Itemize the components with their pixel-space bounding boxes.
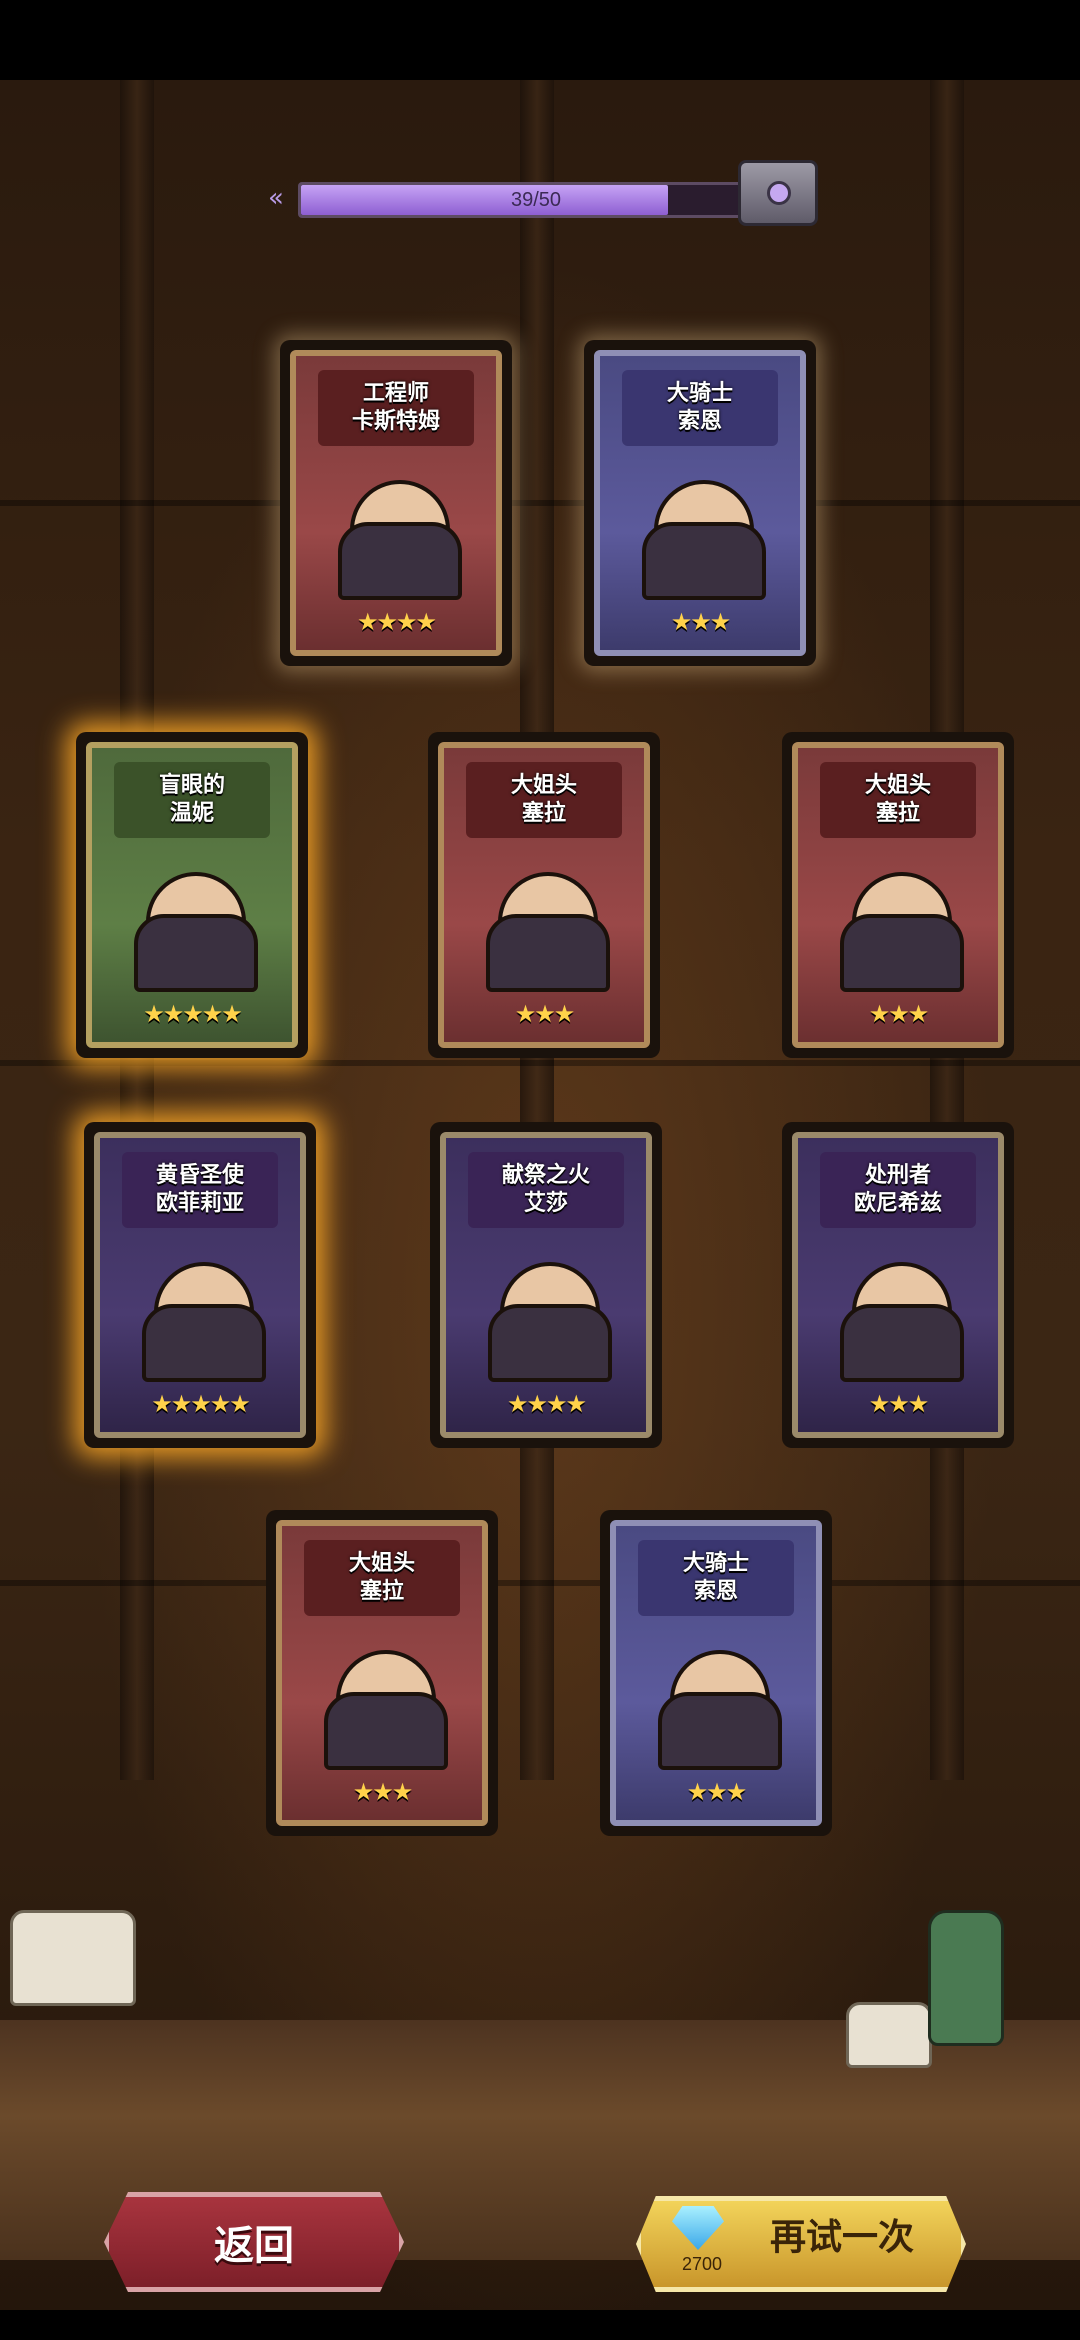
hero-title: 处刑者	[864, 1163, 931, 1188]
hero-name-plate: 大骑士 索恩	[622, 370, 778, 446]
hero-stars: ★★★	[514, 1000, 576, 1028]
progress-track: 39/50	[298, 182, 774, 218]
wood-plank	[0, 500, 1080, 506]
hero-card[interactable]: 工程师 卡斯特姆 ★★★★	[280, 340, 512, 666]
hero-stars: ★★★	[352, 1778, 414, 1806]
hero-card[interactable]: 大骑士 索恩 ★★★	[600, 1510, 832, 1836]
hero-name-plate: 处刑者 欧尼希兹	[820, 1152, 976, 1228]
hero-stars: ★★★★	[506, 1390, 587, 1418]
hero-name: 塞拉	[359, 1579, 404, 1604]
hero-title: 献祭之火	[501, 1163, 590, 1188]
card-frame: 大姐头 塞拉 ★★★	[276, 1520, 488, 1826]
hero-portrait	[828, 848, 968, 992]
candle-icon	[10, 1910, 136, 2006]
chest-icon[interactable]	[738, 160, 818, 226]
hero-portrait	[828, 1238, 968, 1382]
hero-stars: ★★★★	[356, 608, 437, 636]
retry-button-label: 再试一次	[769, 2217, 914, 2258]
hero-name: 艾莎	[523, 1191, 568, 1216]
retry-cost: 2700	[681, 2254, 723, 2274]
hero-title: 大姐头	[864, 773, 931, 798]
hero-name-plate: 工程师 卡斯特姆	[318, 370, 474, 446]
hero-stars: ★★★	[686, 1778, 748, 1806]
hero-stars: ★★★★★	[143, 1000, 243, 1028]
hero-title: 大姐头	[510, 773, 577, 798]
card-frame: 献祭之火 艾莎 ★★★★	[440, 1132, 652, 1438]
hero-portrait	[474, 848, 614, 992]
card-frame: 工程师 卡斯特姆 ★★★★	[290, 350, 502, 656]
summon-progress: « 39/50	[268, 176, 816, 220]
hero-portrait	[326, 456, 466, 600]
hero-name-plate: 大姐头 塞拉	[304, 1540, 460, 1616]
hero-stars: ★★★	[868, 1000, 930, 1028]
card-frame: 大骑士 索恩 ★★★	[610, 1520, 822, 1826]
hero-name-plate: 大姐头 塞拉	[466, 762, 622, 838]
hero-card[interactable]: 献祭之火 艾莎 ★★★★	[430, 1122, 662, 1448]
card-frame: 大骑士 索恩 ★★★	[594, 350, 806, 656]
hero-name: 索恩	[693, 1579, 738, 1604]
hero-portrait	[122, 848, 262, 992]
hero-card[interactable]: 大骑士 索恩 ★★★	[584, 340, 816, 666]
hero-name: 欧菲莉亚	[155, 1191, 244, 1216]
hero-portrait	[630, 456, 770, 600]
hero-card[interactable]: 黄昏圣使 欧菲莉亚 ★★★★★	[84, 1122, 316, 1448]
hero-name: 塞拉	[521, 801, 566, 826]
hero-stars: ★★★	[868, 1390, 930, 1418]
hero-name: 索恩	[677, 409, 722, 434]
hero-name-plate: 盲眼的 温妮	[114, 762, 270, 838]
wood-plank	[0, 1580, 1080, 1586]
hero-title: 大骑士	[666, 381, 733, 406]
hero-card[interactable]: 大姐头 塞拉 ★★★	[428, 732, 660, 1058]
hero-name-plate: 大骑士 索恩	[638, 1540, 794, 1616]
card-frame: 大姐头 塞拉 ★★★	[438, 742, 650, 1048]
hero-stars: ★★★★★	[151, 1390, 251, 1418]
hero-portrait	[130, 1238, 270, 1382]
hero-name-plate: 献祭之火 艾莎	[468, 1152, 624, 1228]
hero-stars: ★★★	[670, 608, 732, 636]
hero-title: 工程师	[362, 381, 429, 406]
hero-name: 塞拉	[875, 801, 920, 826]
hero-card[interactable]: 大姐头 塞拉 ★★★	[266, 1510, 498, 1836]
back-button-label: 返回	[214, 2223, 294, 2269]
hero-title: 大骑士	[682, 1551, 749, 1576]
wood-plank	[0, 1060, 1080, 1066]
hero-name: 卡斯特姆	[351, 409, 440, 434]
hero-portrait	[312, 1626, 452, 1770]
candle-icon	[846, 2002, 932, 2068]
hero-name-plate: 大姐头 塞拉	[820, 762, 976, 838]
card-frame: 盲眼的 温妮 ★★★★★	[86, 742, 298, 1048]
hero-portrait	[646, 1626, 786, 1770]
hero-card[interactable]: 盲眼的 温妮 ★★★★★	[76, 732, 308, 1058]
hero-title: 大姐头	[348, 1551, 415, 1576]
progress-text: 39/50	[510, 189, 562, 211]
card-frame: 黄昏圣使 欧菲莉亚 ★★★★★	[94, 1132, 306, 1438]
hero-card[interactable]: 处刑者 欧尼希兹 ★★★	[782, 1122, 1014, 1448]
hero-name: 欧尼希兹	[853, 1191, 942, 1216]
hero-title: 盲眼的	[158, 773, 225, 798]
hero-name: 温妮	[169, 801, 214, 826]
card-frame: 处刑者 欧尼希兹 ★★★	[792, 1132, 1004, 1438]
bottle-icon	[928, 1910, 1004, 2046]
hero-title: 黄昏圣使	[155, 1163, 244, 1188]
hero-name-plate: 黄昏圣使 欧菲莉亚	[122, 1152, 278, 1228]
back-button[interactable]: 返回	[104, 2192, 404, 2292]
hero-card[interactable]: 大姐头 塞拉 ★★★	[782, 732, 1014, 1058]
hero-portrait	[476, 1238, 616, 1382]
card-frame: 大姐头 塞拉 ★★★	[792, 742, 1004, 1048]
